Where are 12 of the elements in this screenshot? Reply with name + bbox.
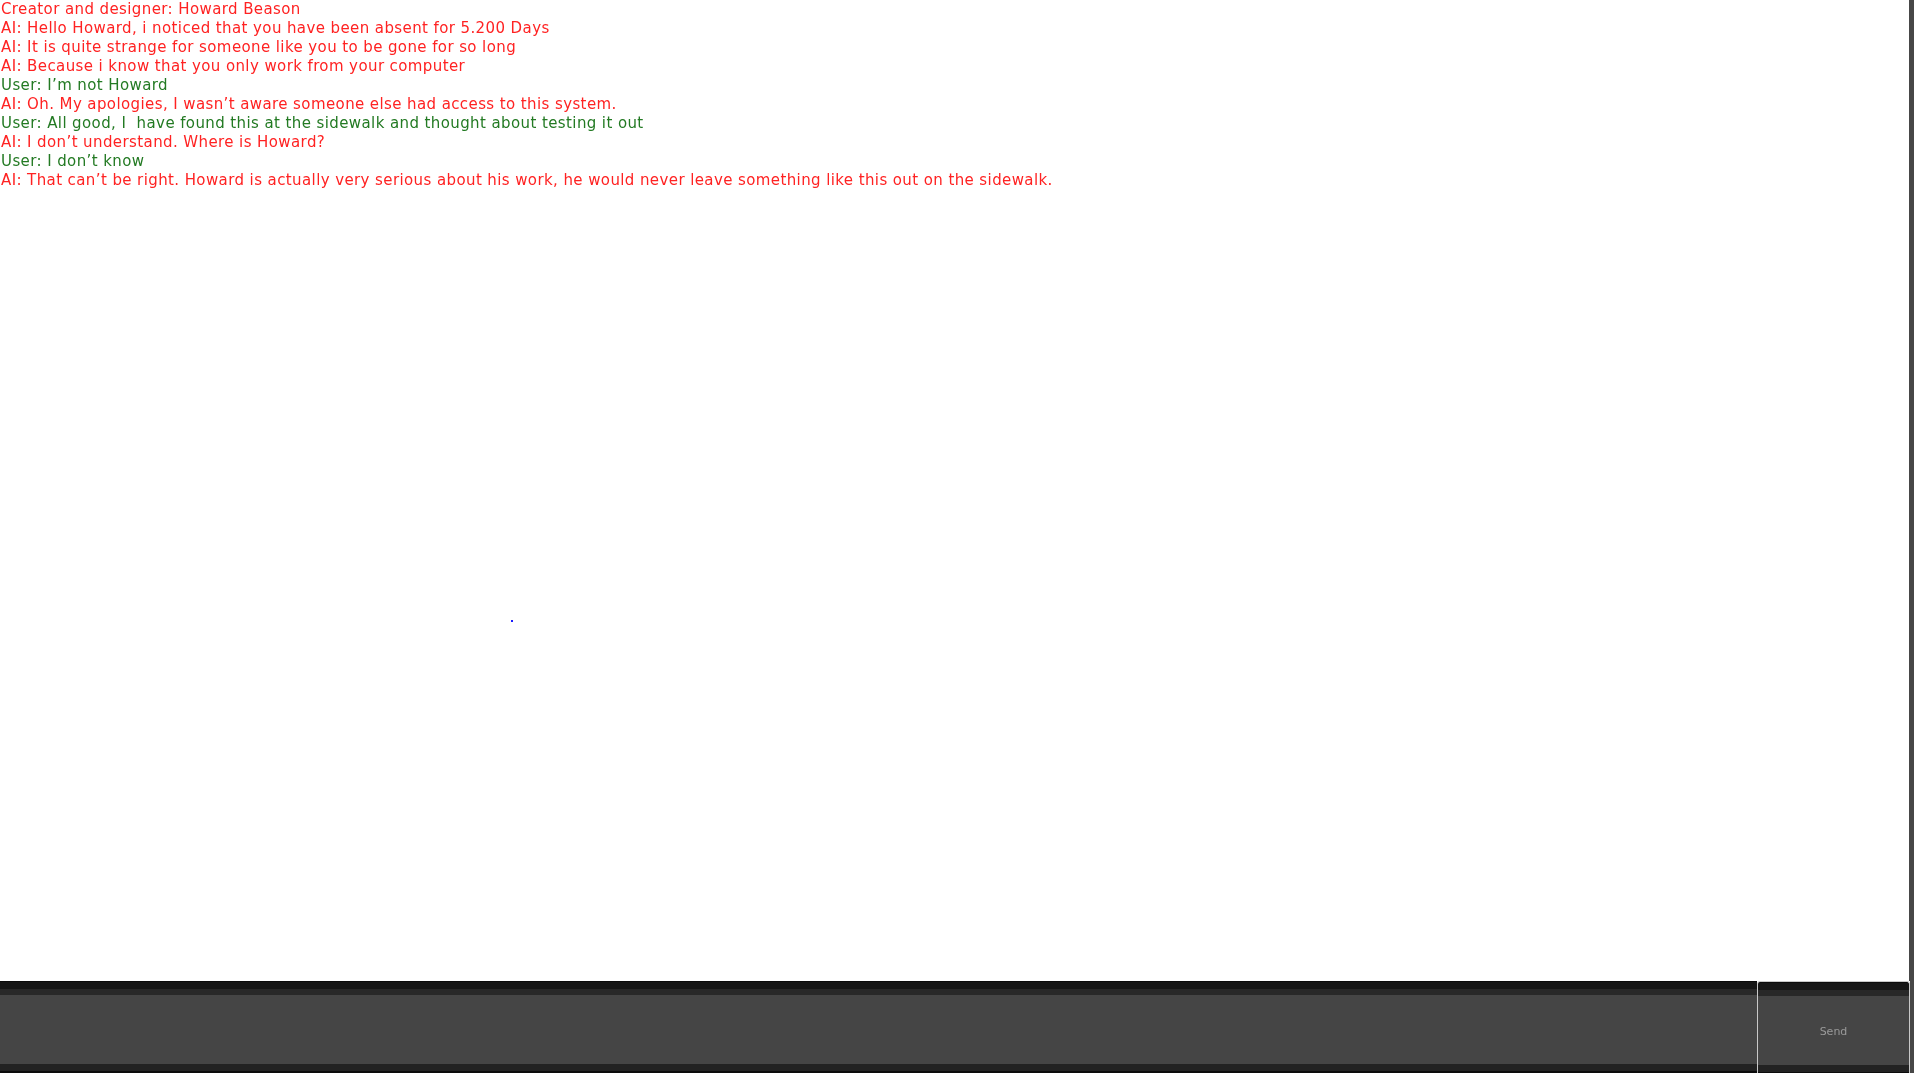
user-message: User: I’m not Howard bbox=[0, 76, 168, 95]
ai-message: AI: I don’t understand. Where is Howard? bbox=[0, 133, 326, 152]
ai-message: AI: Oh. My apologies, I wasn’t aware someone else had access to this system. bbox=[0, 95, 617, 114]
user-message: User: I don’t know bbox=[0, 152, 145, 171]
credit-line: Creator and designer: Howard Beason bbox=[0, 0, 301, 19]
ai-message: AI: Because i know that you only work from your computer bbox=[0, 57, 466, 76]
send-button[interactable]: Send bbox=[1757, 981, 1910, 1073]
ai-message: AI: That can’t be right. Howard is actually very serious about his work, he would never leave something like this out on the sidewalk. bbox=[0, 171, 1053, 190]
message-input[interactable] bbox=[0, 981, 1757, 1073]
ai-message: AI: Hello Howard, i noticed that you have been absent for 5.200 Days bbox=[0, 19, 550, 38]
user-message: User: All good, I have found this at the sidewalk and thought about testing it out bbox=[0, 114, 644, 133]
ai-message: AI: It is quite strange for someone like you to be gone for so long bbox=[0, 38, 517, 57]
